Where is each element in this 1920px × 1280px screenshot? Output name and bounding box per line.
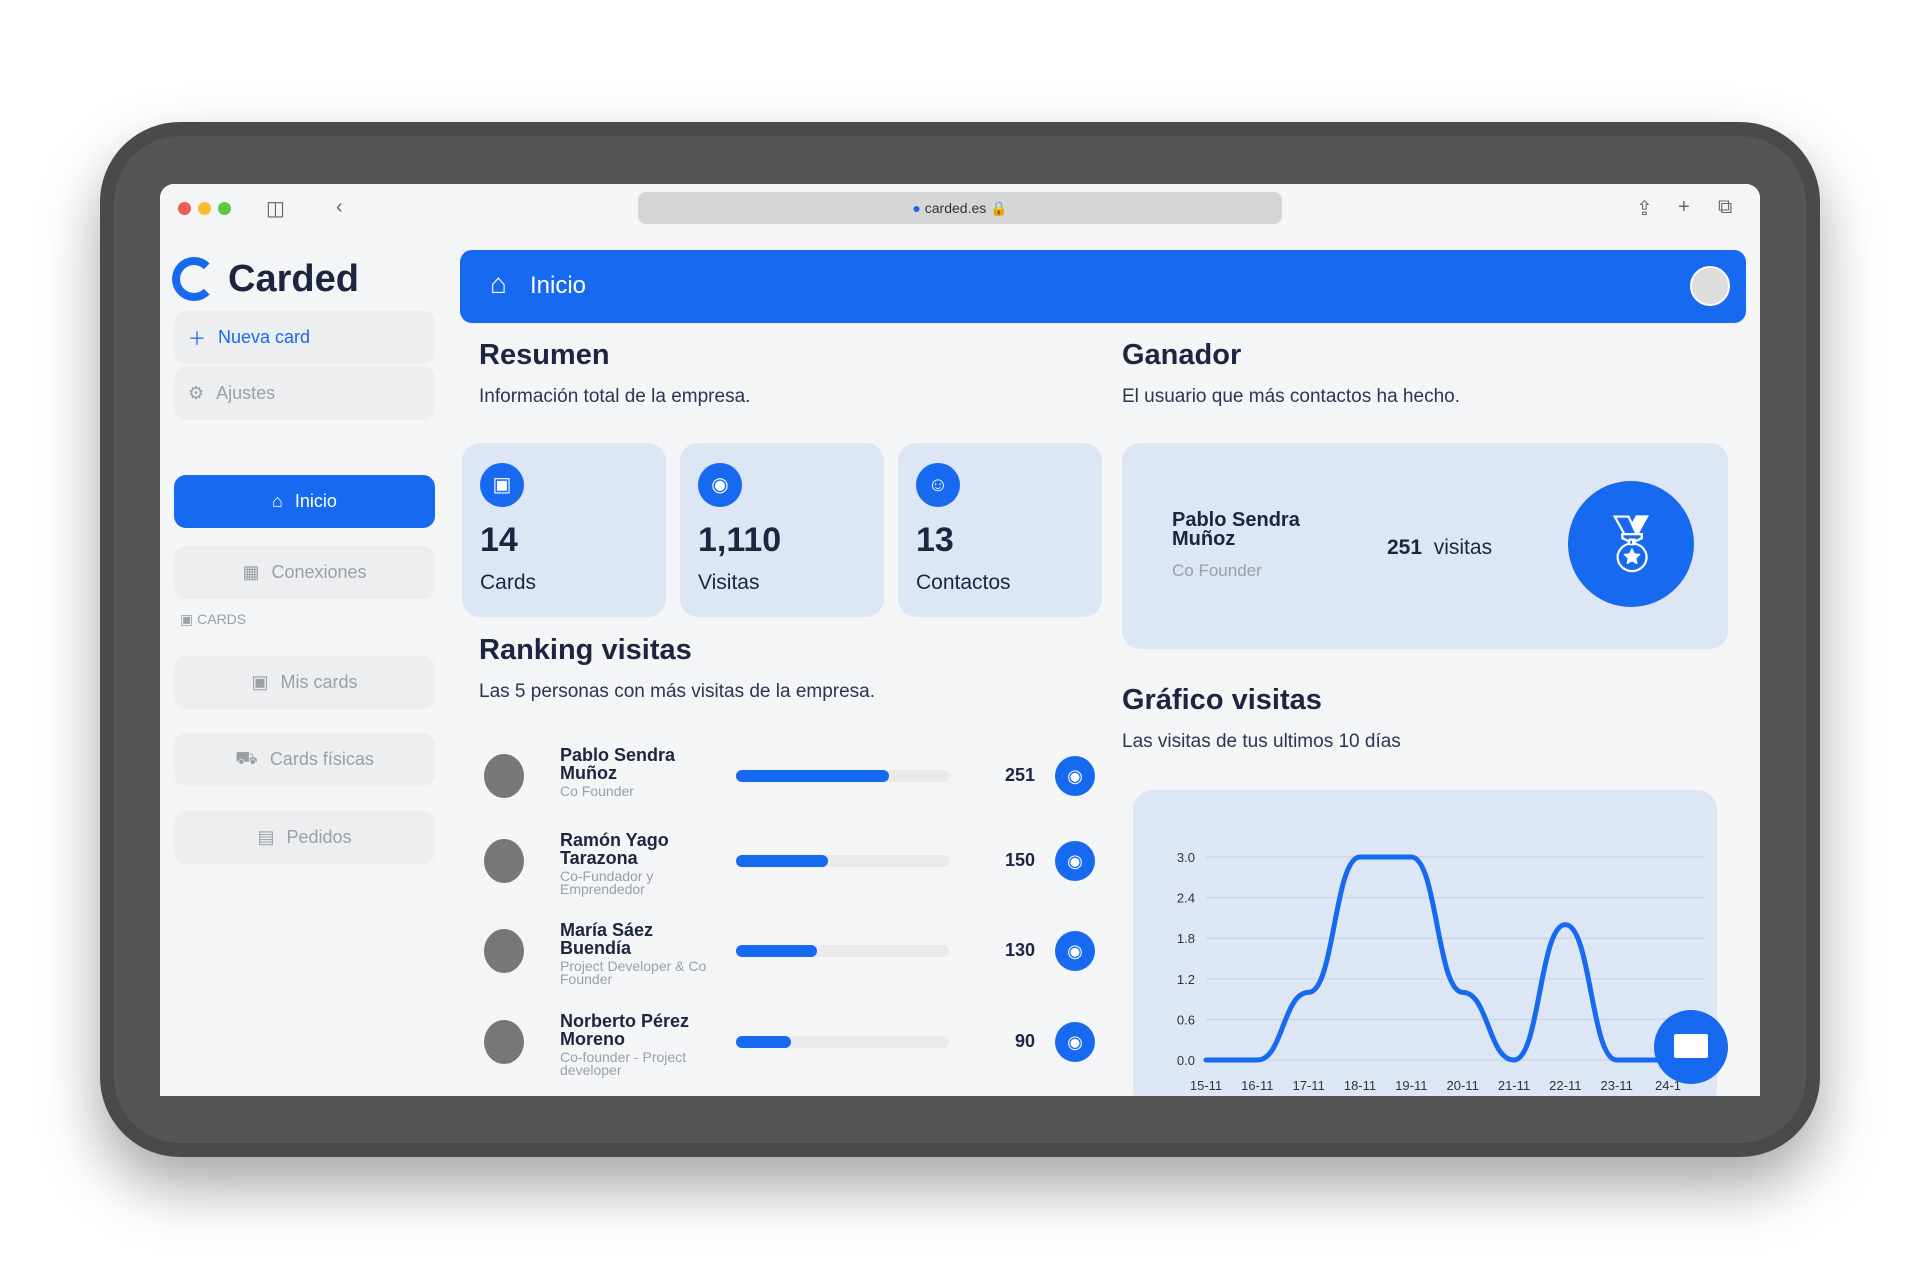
x-tick-label: 21-11 (1498, 1078, 1530, 1093)
y-tick-label: 3.0 (1177, 850, 1195, 865)
y-tick-label: 1.2 (1177, 972, 1195, 987)
y-tick-label: 0.0 (1177, 1053, 1195, 1068)
y-tick-label: 1.8 (1177, 931, 1195, 946)
x-tick-label: 18-11 (1344, 1078, 1376, 1093)
x-tick-label: 16-11 (1241, 1078, 1273, 1093)
chat-bubble-icon (1674, 1034, 1708, 1058)
visits-series-line (1203, 854, 1671, 1063)
x-tick-label: 20-11 (1447, 1078, 1479, 1093)
browser-window: ◫ ‹ ● carded.es 🔒 ⇪ + ⧉ Carded ＋ Nueva ca… (160, 184, 1760, 1096)
x-tick-label: 23-11 (1601, 1078, 1633, 1093)
x-tick-label: 22-11 (1549, 1078, 1581, 1093)
visits-line-chart: 0.0 0.6 1.2 1.8 2.4 3.0 15-11 16-11 17-11 18-11 19… (1177, 850, 1705, 1093)
x-tick-label: 15-11 (1190, 1078, 1222, 1093)
x-tick-label: 19-11 (1395, 1078, 1427, 1093)
y-tick-label: 0.6 (1177, 1012, 1195, 1027)
y-tick-label: 2.4 (1177, 891, 1195, 906)
chat-button[interactable] (1654, 1010, 1728, 1084)
x-tick-label: 17-11 (1293, 1078, 1325, 1093)
